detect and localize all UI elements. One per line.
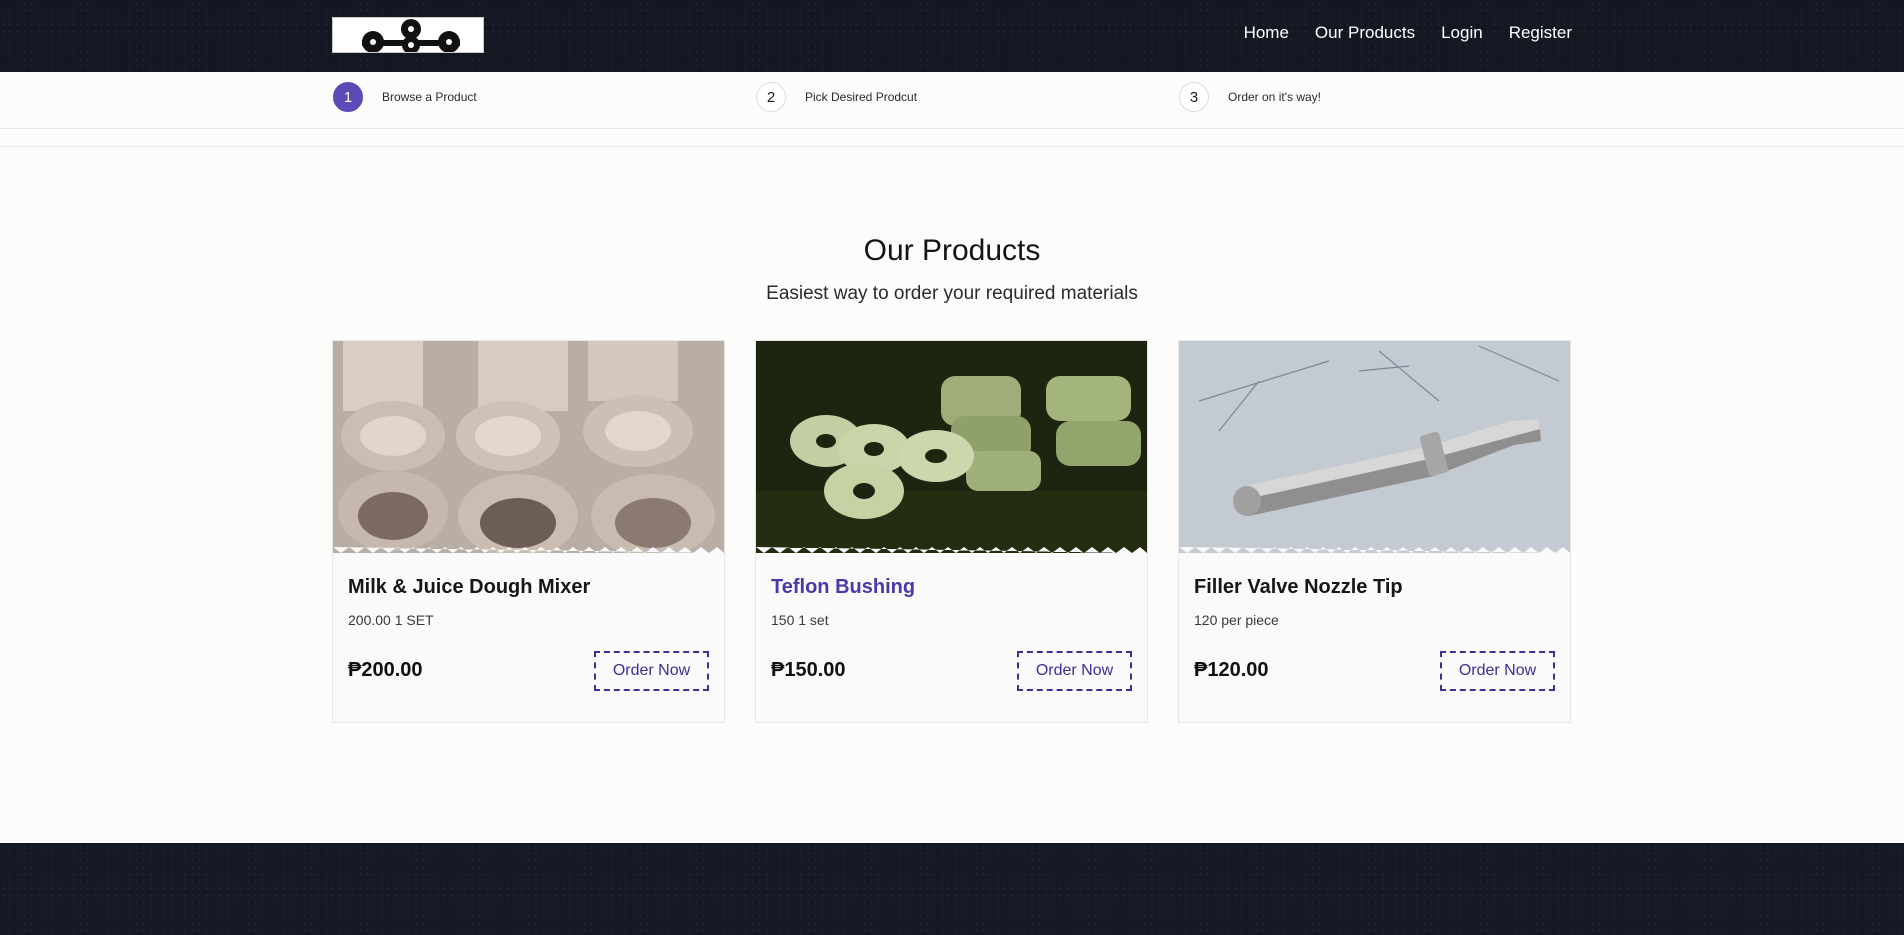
product-name[interactable]: Filler Valve Nozzle Tip — [1194, 576, 1403, 599]
step-number: 1 — [333, 82, 363, 112]
product-card: Milk & Juice Dough Mixer 200.00 1 SET ₱2… — [332, 340, 725, 723]
step-number: 2 — [756, 82, 786, 112]
product-image[interactable] — [333, 341, 724, 553]
product-card: Filler Valve Nozzle Tip 120 per piece ₱1… — [1178, 340, 1571, 723]
footer — [0, 843, 1904, 935]
product-price: ₱150.00 — [771, 659, 846, 681]
product-name[interactable]: Milk & Juice Dough Mixer — [348, 576, 590, 599]
product-description: 150 1 set — [771, 612, 829, 628]
top-navbar: Home Our Products Login Register — [0, 0, 1904, 72]
section-subtitle: Easiest way to order your required mater… — [766, 283, 1138, 304]
site-logo[interactable] — [332, 17, 484, 53]
product-image[interactable] — [756, 341, 1147, 553]
step-pick: 2 Pick Desired Prodcut — [756, 82, 917, 112]
order-now-button[interactable]: Order Now — [594, 651, 709, 691]
product-description: 120 per piece — [1194, 612, 1279, 628]
product-price: ₱200.00 — [348, 659, 423, 681]
nav-our-products[interactable]: Our Products — [1315, 22, 1415, 44]
main-nav: Home Our Products Login Register — [1244, 22, 1572, 44]
step-label: Browse a Product — [382, 90, 477, 104]
gears-logo-icon — [362, 19, 460, 52]
product-image[interactable] — [1179, 341, 1570, 553]
order-now-button[interactable]: Order Now — [1017, 651, 1132, 691]
step-browse: 1 Browse a Product — [333, 82, 477, 112]
nav-login[interactable]: Login — [1441, 22, 1483, 44]
product-card: Teflon Bushing 150 1 set ₱150.00 Order N… — [755, 340, 1148, 723]
order-steps: 1 Browse a Product 2 Pick Desired Prodcu… — [0, 72, 1904, 129]
nav-register[interactable]: Register — [1509, 22, 1572, 44]
divider — [0, 146, 1904, 147]
product-name[interactable]: Teflon Bushing — [771, 576, 915, 599]
step-label: Pick Desired Prodcut — [805, 90, 918, 104]
nav-home[interactable]: Home — [1244, 22, 1289, 44]
product-price: ₱120.00 — [1194, 659, 1269, 681]
product-description: 200.00 1 SET — [348, 612, 434, 628]
section-title: Our Products — [863, 234, 1041, 267]
step-label: Order on it's way! — [1228, 90, 1321, 104]
step-number: 3 — [1179, 82, 1209, 112]
order-now-button[interactable]: Order Now — [1440, 651, 1555, 691]
step-order: 3 Order on it's way! — [1179, 82, 1321, 112]
